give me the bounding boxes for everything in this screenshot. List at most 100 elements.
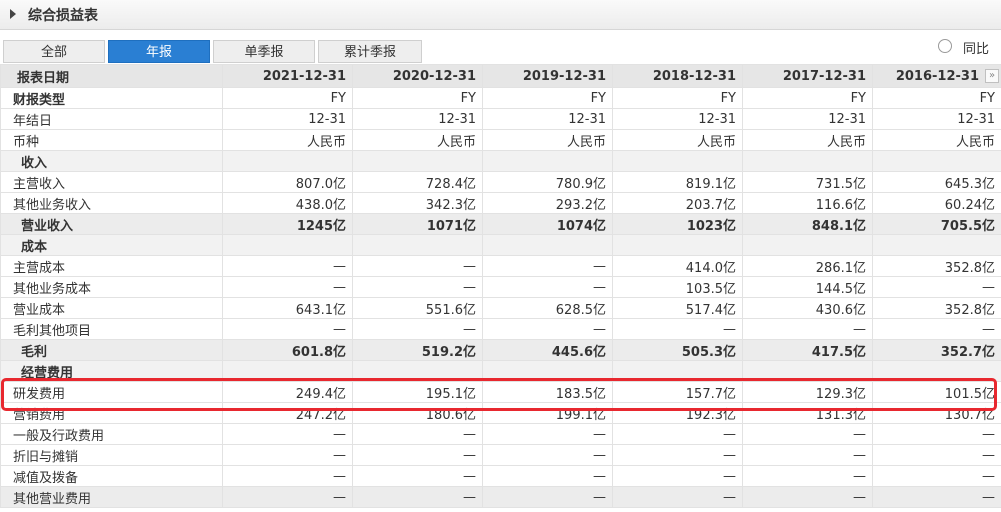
table-cell: 12-31 — [482, 108, 613, 130]
tab-annual[interactable]: 年报 — [108, 40, 210, 63]
table-cell: 430.6亿 — [742, 297, 873, 319]
scroll-right-icon[interactable]: » — [985, 69, 999, 83]
table-cell — [742, 360, 873, 382]
table-cell: — — [482, 444, 613, 466]
table-cell — [872, 150, 1001, 172]
table-cell: — — [742, 486, 873, 508]
table-row: 营业收入 1245亿 1071亿 1074亿 1023亿 848.1亿 705.5亿 — [0, 213, 1001, 235]
table-cell: — — [482, 255, 613, 277]
table-cell — [872, 360, 1001, 382]
table-cell: — — [352, 465, 483, 487]
table-row: 成本 — [0, 234, 1001, 256]
table-cell: — — [872, 318, 1001, 340]
table-cell — [742, 150, 873, 172]
table-cell — [222, 360, 353, 382]
table-cell: 人民币 — [612, 129, 743, 151]
table-cell: 601.8亿 — [222, 339, 353, 361]
table-cell: 1071亿 — [352, 213, 483, 235]
yoy-radio[interactable] — [938, 39, 952, 53]
row-label: 成本 — [0, 234, 223, 256]
table-cell: — — [352, 423, 483, 445]
table-cell: FY — [352, 87, 483, 109]
table-cell: 12-31 — [872, 108, 1001, 130]
table-cell: — — [222, 255, 353, 277]
table-cell: 199.1亿 — [482, 402, 613, 424]
row-label: 收入 — [0, 150, 223, 172]
table-cell: 807.0亿 — [222, 171, 353, 193]
table-cell: 1245亿 — [222, 213, 353, 235]
table-row: 营销费用 247.2亿 180.6亿 199.1亿 192.3亿 131.3亿 130.7亿 — [0, 402, 1001, 424]
row-label: 营业成本 — [0, 297, 223, 319]
tab-single-quarter[interactable]: 单季报 — [213, 40, 315, 63]
table-cell — [872, 234, 1001, 256]
table-cell: — — [872, 423, 1001, 445]
table-row: 其他营业费用 — — — — — — — [0, 486, 1001, 508]
table-cell — [352, 234, 483, 256]
income-statement-table: 报表日期 2021-12-31 2020-12-31 2019-12-31 20… — [0, 64, 1001, 508]
table-cell: 101.5亿 — [872, 381, 1001, 403]
table-cell: 247.2亿 — [222, 402, 353, 424]
table-cell: — — [222, 423, 353, 445]
table-cell: — — [352, 276, 483, 298]
table-row: 主营收入 807.0亿 728.4亿 780.9亿 819.1亿 731.5亿 645.3亿 — [0, 171, 1001, 193]
table-cell — [222, 234, 353, 256]
table-cell: — — [222, 465, 353, 487]
panel-header[interactable]: 综合损益表 — [0, 0, 1001, 30]
row-label: 财报类型 — [0, 87, 223, 109]
table-cell: 130.7亿 — [872, 402, 1001, 424]
table-cell: — — [742, 318, 873, 340]
table-cell: 129.3亿 — [742, 381, 873, 403]
table-row: 年结日 12-31 12-31 12-31 12-31 12-31 12-31 — [0, 108, 1001, 130]
row-label: 折旧与摊销 — [0, 444, 223, 466]
column-header: 2019-12-31 — [482, 64, 613, 88]
row-label: 其他业务成本 — [0, 276, 223, 298]
table-cell: 551.6亿 — [352, 297, 483, 319]
table-cell: 144.5亿 — [742, 276, 873, 298]
table-cell: — — [352, 486, 483, 508]
table-cell: — — [482, 423, 613, 445]
table-cell: — — [612, 465, 743, 487]
table-cell: 人民币 — [742, 129, 873, 151]
table-cell: 1074亿 — [482, 213, 613, 235]
table-cell: 116.6亿 — [742, 192, 873, 214]
tab-cumulative-quarter[interactable]: 累计季报 — [318, 40, 422, 63]
table-cell: — — [482, 486, 613, 508]
table-cell: 1023亿 — [612, 213, 743, 235]
table-cell: 人民币 — [352, 129, 483, 151]
table-cell — [742, 234, 873, 256]
table-cell: 780.9亿 — [482, 171, 613, 193]
column-header: 2020-12-31 — [352, 64, 483, 88]
table-cell: FY — [612, 87, 743, 109]
table-row: 其他业务收入 438.0亿 342.3亿 293.2亿 203.7亿 116.6亿 60.2… — [0, 192, 1001, 214]
table-cell: 人民币 — [222, 129, 353, 151]
table-row: 营业成本 643.1亿 551.6亿 628.5亿 517.4亿 430.6亿 352.8亿 — [0, 297, 1001, 319]
table-cell — [612, 150, 743, 172]
row-label: 营业收入 — [0, 213, 223, 235]
table-cell: 731.5亿 — [742, 171, 873, 193]
table-row: 币种 人民币 人民币 人民币 人民币 人民币 人民币 — [0, 129, 1001, 151]
row-label: 毛利其他项目 — [0, 318, 223, 340]
table-cell: 352.7亿 — [872, 339, 1001, 361]
table-cell: 414.0亿 — [612, 255, 743, 277]
table-cell: 352.8亿 — [872, 297, 1001, 319]
row-label: 减值及拨备 — [0, 465, 223, 487]
table-cell — [352, 150, 483, 172]
table-cell: — — [742, 423, 873, 445]
table-cell: 12-31 — [742, 108, 873, 130]
table-cell: 12-31 — [352, 108, 483, 130]
tab-all[interactable]: 全部 — [3, 40, 105, 63]
table-cell: 60.24亿 — [872, 192, 1001, 214]
table-cell: FY — [742, 87, 873, 109]
table-row: 毛利 601.8亿 519.2亿 445.6亿 505.3亿 417.5亿 352.7亿 — [0, 339, 1001, 361]
collapse-arrow-icon[interactable] — [10, 9, 16, 19]
row-label: 经营费用 — [0, 360, 223, 382]
row-label: 币种 — [0, 129, 223, 151]
table-cell: 131.3亿 — [742, 402, 873, 424]
table-cell — [612, 360, 743, 382]
table-cell: — — [872, 486, 1001, 508]
header-report-date: 报表日期 — [0, 64, 223, 88]
table-cell: 192.3亿 — [612, 402, 743, 424]
table-cell: 183.5亿 — [482, 381, 613, 403]
table-row: 毛利其他项目 — — — — — — — [0, 318, 1001, 340]
row-label: 主营成本 — [0, 255, 223, 277]
